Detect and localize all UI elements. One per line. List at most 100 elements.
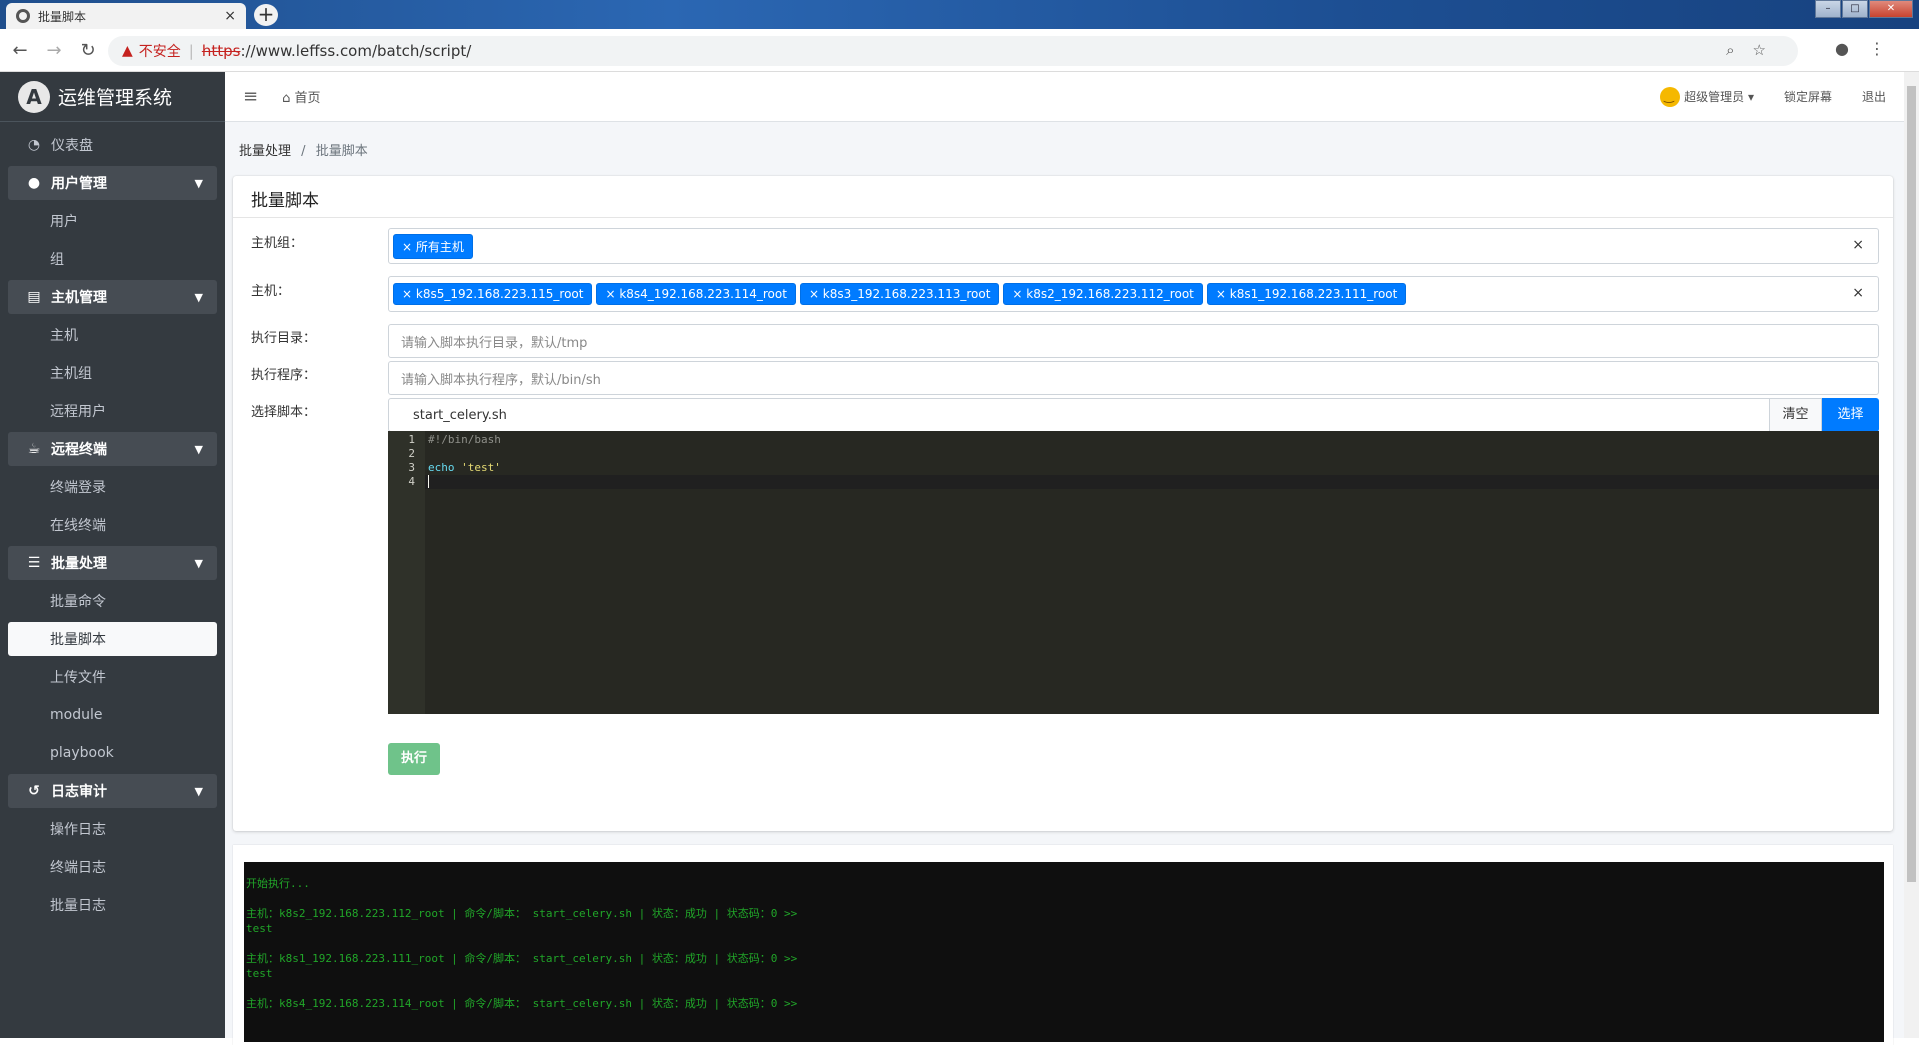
sidebar-item-11[interactable]: ☰ 批量处理 ▼ — [8, 546, 217, 580]
page-scrollbar[interactable] — [1904, 72, 1919, 1038]
url-scheme: https — [201, 42, 241, 60]
back-icon[interactable]: ← — [6, 40, 34, 61]
sidebar-item-10[interactable]: 在线终端 — [0, 506, 225, 544]
home-link[interactable]: ⌂ 首页 — [282, 87, 320, 106]
new-tab-button[interactable]: + — [254, 4, 278, 26]
sidebar-item-15[interactable]: module — [0, 696, 225, 734]
window-close-icon[interactable]: ✕ — [1869, 0, 1913, 18]
host-label: 主机： — [251, 284, 291, 299]
sidebar-item-label: 仪表盘 — [51, 138, 93, 154]
exec-dir-input[interactable]: 请输入脚本执行目录，默认/tmp — [388, 324, 1879, 358]
sidebar-item-label: 批量命令 — [50, 594, 106, 610]
chevron-down-icon: ▼ — [194, 442, 203, 456]
output-card: 开始执行... 主机：k8s2_192.168.223.112_root | 命令… — [233, 845, 1893, 1045]
sidebar-item-13[interactable]: 批量脚本 — [8, 622, 217, 656]
reload-icon[interactable]: ↻ — [74, 40, 102, 61]
sidebar-item-12[interactable]: 批量命令 — [0, 582, 225, 620]
tab-title: 批量脚本 — [38, 9, 87, 24]
scrollbar-thumb[interactable] — [1907, 86, 1916, 882]
sidebar-item-9[interactable]: 终端登录 — [0, 468, 225, 506]
zoom-icon[interactable]: ⌕ — [1726, 41, 1752, 59]
breadcrumb-parent[interactable]: 批量处理 — [239, 144, 291, 159]
output-terminal[interactable]: 开始执行... 主机：k8s2_192.168.223.112_root | 命令… — [244, 862, 1884, 1042]
clear-button[interactable]: 清空 — [1770, 398, 1822, 432]
sidebar-item-2[interactable]: 用户 — [0, 202, 225, 240]
sidebar-item-4[interactable]: ▤ 主机管理 ▼ — [8, 280, 217, 314]
sidebar-item-19[interactable]: 终端日志 — [0, 848, 225, 886]
selected-tag[interactable]: × k8s5_192.168.223.115_root — [393, 283, 593, 305]
line-number: 4 — [408, 475, 415, 488]
sidebar-item-7[interactable]: 远程用户 — [0, 392, 225, 430]
sidebar-item-6[interactable]: 主机组 — [0, 354, 225, 392]
sidebar-item-3[interactable]: 组 — [0, 240, 225, 278]
logout-link[interactable]: 退出 — [1862, 88, 1886, 105]
exec-program-input[interactable]: 请输入脚本执行程序，默认/bin/sh — [388, 361, 1879, 395]
url-bar[interactable]: ▲ 不安全 | https ://www.leffss.com/batch/sc… — [108, 36, 1798, 66]
warning-icon: ▲ — [122, 43, 133, 59]
host-select[interactable]: × k8s5_192.168.223.115_root × k8s4_192.16… — [388, 276, 1879, 312]
forward-icon[interactable]: → — [40, 40, 68, 61]
sidebar-item-8[interactable]: ☕ 远程终端 ▼ — [8, 432, 217, 466]
minimize-icon[interactable]: – — [1815, 0, 1841, 18]
sidebar-item-label: 上传文件 — [50, 670, 106, 686]
sidebar-item-label: 用户 — [50, 214, 78, 230]
profile-icon[interactable]: ● — [1835, 39, 1869, 58]
bookmark-star-icon[interactable]: ☆ — [1753, 41, 1784, 59]
brand[interactable]: A 运维管理系统 — [0, 72, 225, 122]
chevron-down-icon: ▼ — [194, 290, 203, 304]
terminal-line: 主机：k8s4_192.168.223.114_root | 命令/脚本： st… — [246, 997, 798, 1010]
browser-right-icons: ●⋮ — [1835, 39, 1905, 58]
sidebar-item-14[interactable]: 上传文件 — [0, 658, 225, 696]
lock-screen-link[interactable]: 锁定屏幕 — [1784, 88, 1832, 105]
terminal-line: test — [246, 922, 273, 935]
sidebar-item-label: 终端日志 — [50, 860, 106, 876]
maximize-icon[interactable]: □ — [1842, 0, 1868, 18]
sidebar: A 运维管理系统 ◔ 仪表盘 ● 用户管理 ▼ 用户组 ▤ 主机管理 ▼ 主机主机组远程用户 ☕ 远程… — [0, 72, 225, 1038]
sidebar-item-20[interactable]: 批量日志 — [0, 886, 225, 924]
selected-tag[interactable]: × 所有主机 — [393, 233, 473, 259]
sidebar-item-16[interactable]: playbook — [0, 734, 225, 772]
sidebar-item-17[interactable]: ↺ 日志审计 ▼ — [8, 774, 217, 808]
menu-kebab-icon[interactable]: ⋮ — [1869, 39, 1905, 58]
execute-button[interactable]: 执行 — [388, 743, 440, 775]
terminal-line: 主机：k8s2_192.168.223.112_root | 命令/脚本： st… — [246, 907, 798, 920]
editor-gutter: 1 2 3 4 — [388, 431, 425, 714]
sidebar-item-label: 在线终端 — [50, 518, 106, 534]
chevron-down-icon: ▼ — [194, 176, 203, 190]
terminal-line: 开始执行... — [246, 877, 310, 890]
sidebar-item-18[interactable]: 操作日志 — [0, 810, 225, 848]
selected-tag[interactable]: × k8s1_192.168.223.111_root — [1206, 283, 1407, 305]
url-text: ://www.leffss.com/batch/script/ — [240, 42, 472, 60]
host-group-select[interactable]: × 所有主机 × — [388, 228, 1879, 264]
sidebar-item-5[interactable]: 主机 — [0, 316, 225, 354]
sidebar-item-0[interactable]: ◔ 仪表盘 — [0, 126, 225, 164]
browser-tab[interactable]: 批量脚本 × — [6, 3, 246, 29]
sidebar-item-label: playbook — [50, 745, 114, 761]
host-clear-icon[interactable]: × — [1852, 285, 1864, 301]
host-group-clear-icon[interactable]: × — [1852, 237, 1864, 253]
home-icon: ⌂ — [282, 91, 295, 106]
sidebar-item-label: 操作日志 — [50, 822, 106, 838]
navbar-right: 超级管理员 ▾ 锁定屏幕 退出 — [1660, 86, 1886, 107]
select-button[interactable]: 选择 — [1822, 398, 1879, 432]
chevron-down-icon: ▼ — [194, 556, 203, 570]
sidebar-item-1[interactable]: ● 用户管理 ▼ — [8, 166, 217, 200]
user-name: 超级管理员 — [1684, 90, 1745, 104]
tab-close-icon[interactable]: × — [224, 8, 236, 24]
code-line-3: echo 'test' — [428, 461, 501, 475]
selected-tag[interactable]: × k8s4_192.168.223.114_root — [596, 283, 796, 305]
script-field[interactable]: start_celery.sh — [388, 398, 1770, 432]
code-editor[interactable]: 1 2 3 4 #!/bin/bash echo 'test' — [388, 431, 1879, 714]
user-dropdown[interactable]: 超级管理员 ▾ — [1684, 88, 1754, 105]
host-group-label: 主机组： — [251, 236, 304, 251]
script-card: 批量脚本 主机组： × 所有主机 × 主机： × k8s5_192.168.223… — [233, 176, 1893, 831]
hamburger-menu-icon[interactable]: ≡ — [243, 86, 258, 107]
selected-tag[interactable]: × k8s3_192.168.223.113_root — [799, 283, 1000, 305]
selected-tag[interactable]: × k8s2_192.168.223.112_root — [1003, 283, 1203, 305]
browser-tabbar: 批量脚本 × + – □ ✕ — [0, 0, 1919, 29]
sidebar-item-label: 主机组 — [50, 366, 92, 382]
line-number: 3 — [408, 461, 415, 474]
